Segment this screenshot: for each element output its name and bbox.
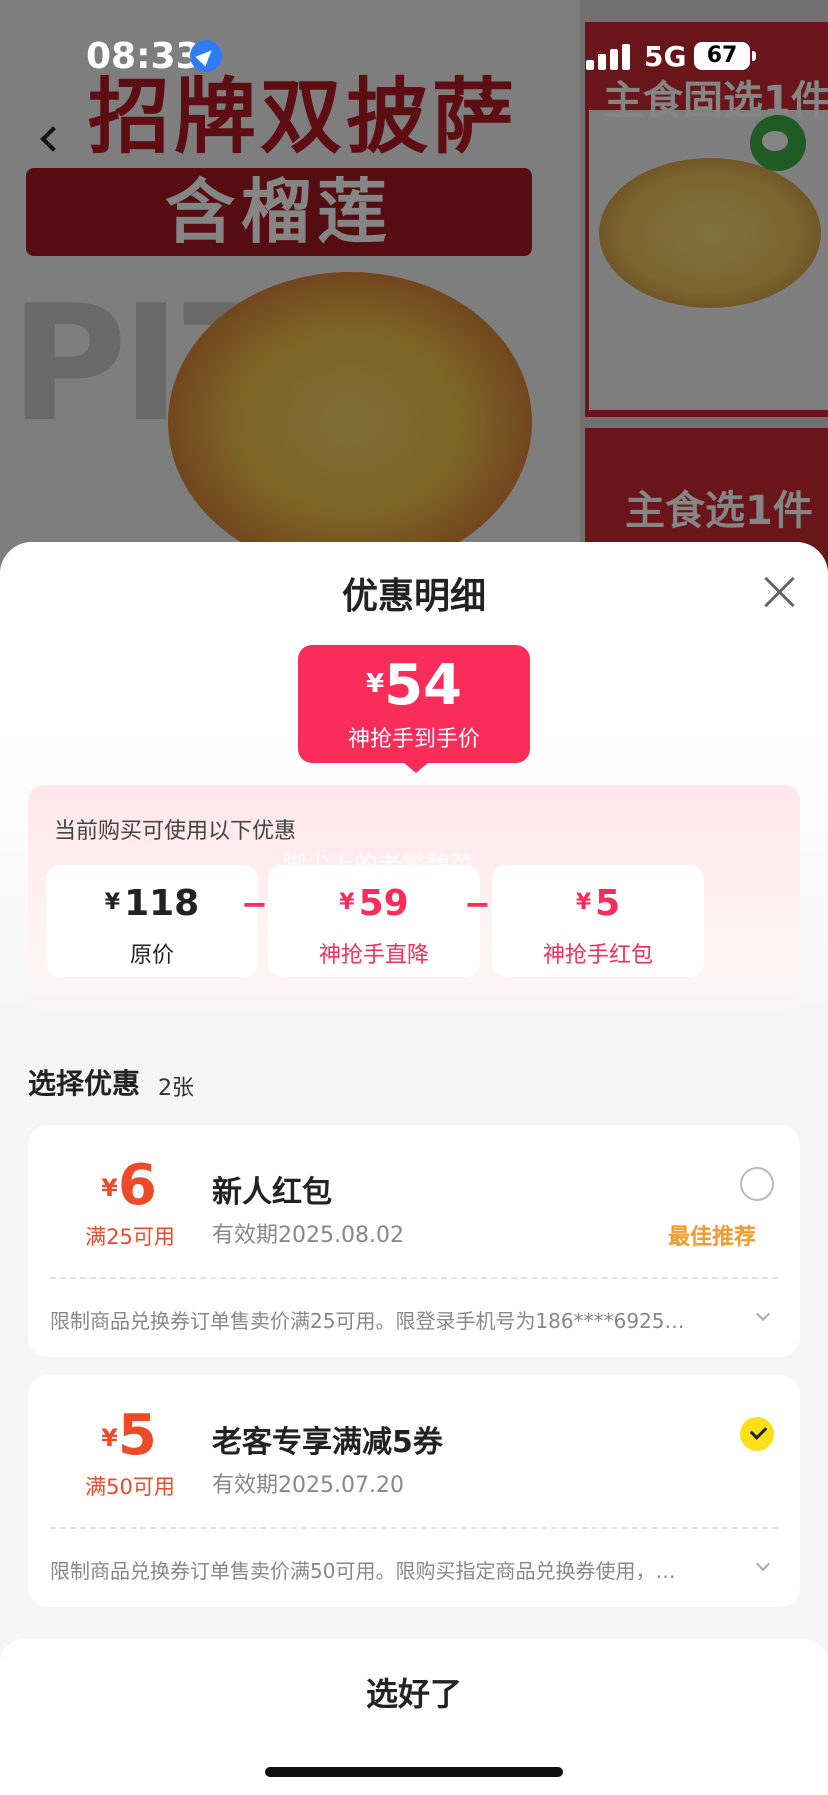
coupon-description: 限制商品兑换券订单售卖价满25可用。限登录手机号为186****6925…: [50, 1309, 685, 1333]
location-arrow-icon: [190, 40, 222, 72]
battery-level: 67: [694, 42, 750, 70]
amount: 118: [124, 883, 200, 924]
back-chevron-icon: [40, 126, 66, 152]
final-price: ¥54: [298, 653, 530, 718]
breakdown-red-packet: ¥5 神抢手红包: [492, 865, 704, 977]
breakdown-item-label: 原价: [129, 943, 174, 968]
coupon-condition: 满50可用: [85, 1475, 175, 1499]
best-recommend-tag: 最佳推荐: [668, 1225, 757, 1250]
coupon-amount: ¥6: [74, 1153, 184, 1218]
coupon-description: 限制商品兑换券订单售卖价满50可用。限购买指定商品兑换券使用，…: [50, 1559, 676, 1583]
sheet-title: 优惠明细: [341, 576, 486, 617]
price-breakdown: 当前购买可使用以下优惠 脚尖上的老饕馥菜 ¥118 原价 − ¥59 神抢手直降…: [28, 785, 800, 1010]
breakdown-direct-discount: ¥59 神抢手直降: [268, 865, 480, 977]
divider: [50, 1527, 778, 1529]
sheet-footer: 选好了: [0, 1639, 828, 1795]
coupon-name: 新人红包: [212, 1175, 332, 1210]
currency-symbol: ¥: [101, 1424, 118, 1452]
currency-symbol: ¥: [104, 890, 121, 915]
minus-operator: −: [464, 885, 491, 923]
chevron-down-icon[interactable]: [755, 1556, 771, 1572]
status-bar: 08:33 5G 67: [0, 0, 828, 110]
currency-symbol: ¥: [339, 890, 355, 915]
currency-symbol: ¥: [101, 1174, 118, 1202]
coupon-value: 5: [117, 1403, 157, 1468]
divider: [50, 1277, 778, 1279]
discount-detail-sheet: 优惠明细 ¥54 神抢手到手价 当前购买可使用以下优惠 脚尖上的老饕馥菜 ¥11…: [0, 542, 828, 1795]
coupon-condition: 满25可用: [85, 1225, 175, 1249]
home-indicator[interactable]: [265, 1767, 563, 1777]
coupon-checkmark-icon[interactable]: [740, 1417, 774, 1451]
breakdown-original-price: ¥118 原价: [46, 865, 258, 977]
select-discount-title: 选择优惠: [28, 1067, 141, 1100]
coupon-validity: 有效期2025.07.20: [212, 1473, 404, 1498]
currency-symbol: ¥: [575, 890, 592, 915]
chevron-down-icon[interactable]: [755, 1306, 771, 1322]
coupon-radio[interactable]: [740, 1167, 774, 1201]
coupon-count: 2张: [158, 1076, 194, 1101]
breakdown-label: 当前购买可使用以下优惠: [54, 819, 297, 844]
confirm-button[interactable]: 选好了: [0, 1669, 828, 1715]
coupon-card-returning-customer[interactable]: ¥5 满50可用 老客专享满减5券 有效期2025.07.20 限制商品兑换券订…: [28, 1375, 800, 1607]
minus-operator: −: [241, 885, 268, 923]
breakdown-item-label: 神抢手红包: [542, 943, 653, 968]
amount: 5: [595, 883, 621, 924]
coupon-card-new-user[interactable]: ¥6 满25可用 新人红包 有效期2025.08.02 最佳推荐 限制商品兑换券…: [28, 1125, 800, 1357]
coupon-amount: ¥5: [74, 1403, 184, 1468]
final-price-value: 54: [384, 653, 463, 718]
breakdown-value: ¥5: [492, 883, 704, 924]
final-price-label: 神抢手到手价: [347, 727, 480, 752]
coupon-value: 6: [117, 1153, 157, 1218]
back-button[interactable]: [30, 120, 70, 160]
breakdown-value: ¥118: [46, 883, 258, 924]
status-time: 08:33: [86, 36, 201, 77]
amount: 59: [358, 883, 409, 924]
battery-icon: [752, 51, 756, 61]
coupon-validity: 有效期2025.08.02: [212, 1223, 404, 1248]
breakdown-value: ¥59: [268, 883, 480, 924]
final-price-currency: ¥: [365, 669, 385, 699]
signal-icon: [586, 44, 632, 70]
network-type: 5G: [644, 40, 687, 73]
breakdown-item-label: 神抢手直降: [318, 943, 429, 968]
final-price-badge: ¥54 神抢手到手价: [298, 645, 530, 763]
close-icon[interactable]: [758, 570, 802, 614]
coupon-name: 老客专享满减5券: [212, 1425, 443, 1460]
price-badge-pointer: [404, 763, 428, 773]
